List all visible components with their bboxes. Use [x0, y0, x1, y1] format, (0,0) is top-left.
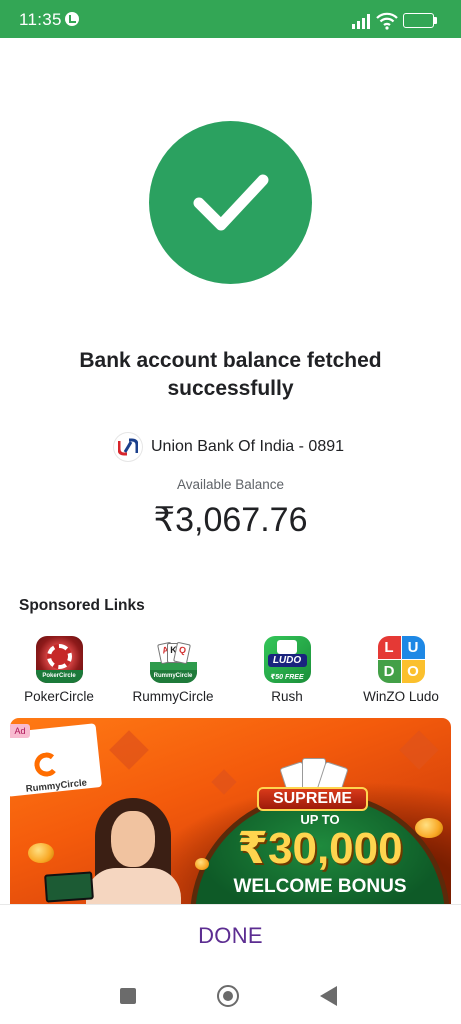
- ad-offer: WELCOME BONUS: [233, 876, 407, 897]
- ad-brand-name: RummyCircle: [25, 777, 88, 795]
- status-time: 11:35: [19, 10, 62, 29]
- sponsored-app-label: RummyCircle: [132, 689, 214, 704]
- sponsored-app-rummycircle[interactable]: A K Q RummyCircle RummyCircle: [118, 636, 228, 704]
- ad-badge: Ad: [10, 724, 30, 738]
- back-icon[interactable]: [320, 986, 337, 1006]
- sponsored-app-label: Rush: [271, 689, 303, 704]
- union-bank-logo-icon: [114, 433, 142, 461]
- phonepe-notification-icon: [65, 12, 79, 26]
- wifi-icon: [376, 12, 398, 30]
- signal-icon: [352, 14, 370, 29]
- winzo-ludo-icon: LUDO: [377, 636, 425, 683]
- battery-icon: 83: [403, 13, 434, 28]
- ad-headline: SUPREME: [257, 787, 368, 811]
- sponsored-links-heading: Sponsored Links: [19, 597, 145, 614]
- system-nav-bar: [0, 970, 461, 1024]
- done-button[interactable]: DONE: [180, 912, 281, 960]
- bank-name: Union Bank Of India - 0891: [151, 438, 345, 455]
- sponsored-app-label: PokerCircle: [24, 689, 94, 704]
- recents-icon[interactable]: [120, 988, 136, 1004]
- home-icon[interactable]: [217, 985, 239, 1007]
- success-check-icon: [149, 121, 312, 284]
- sponsored-app-pokercircle[interactable]: PokerCircle PokerCircle: [4, 636, 114, 704]
- ad-banner[interactable]: RummyCircle Ad SUPREME UP TO ₹30,000 WEL…: [10, 718, 451, 904]
- bank-account-row: Union Bank Of India - 0891: [114, 433, 344, 461]
- ad-amount: ₹30,000: [237, 824, 403, 873]
- balance-label: Available Balance: [176, 477, 285, 492]
- status-bar: 11:35 83: [0, 0, 461, 38]
- pokercircle-icon: PokerCircle: [35, 636, 83, 683]
- balance-amount: ₹3,067.76: [153, 501, 308, 539]
- sponsored-app-label: WinZO Ludo: [363, 689, 439, 704]
- result-title: Bank account balance fetched successfull…: [79, 349, 382, 400]
- battery-percent: 83: [412, 14, 425, 25]
- rummycircle-icon: A K Q RummyCircle: [149, 636, 197, 683]
- ad-phone-graphic: [44, 871, 94, 903]
- sponsored-app-winzo-ludo[interactable]: LUDO WinZO Ludo: [346, 636, 456, 704]
- rush-icon: LUDO ₹50 FREE: [263, 636, 311, 683]
- sponsored-app-rush[interactable]: LUDO ₹50 FREE Rush: [232, 636, 342, 704]
- battery-tip: [434, 17, 437, 24]
